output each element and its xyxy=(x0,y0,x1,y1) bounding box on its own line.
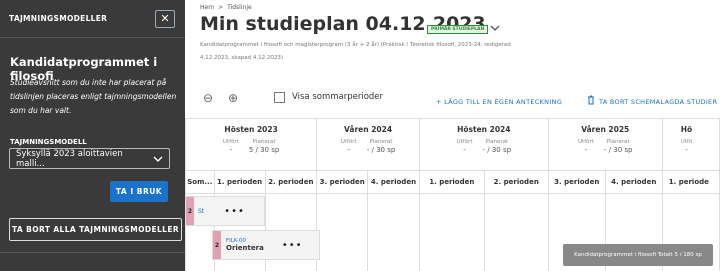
chevron-down-icon xyxy=(153,156,163,162)
semester-name: Våren 2024 xyxy=(344,125,393,134)
chevron-down-icon[interactable] xyxy=(490,25,500,32)
grid-cell xyxy=(367,193,420,271)
add-note-button[interactable]: + LÄGG TILL EN EGEN ANTECKNING xyxy=(436,98,562,106)
summer-periods-checkbox[interactable] xyxy=(274,92,285,103)
semester-header: Våren 2025 Utfört - Planerat - / 30 sp xyxy=(547,118,663,171)
period-header: 1. perioden xyxy=(418,170,485,194)
planned-label: Planerat xyxy=(485,139,509,145)
planned-value: - / 30 sp xyxy=(603,146,633,154)
summer-periods-label: Visa sommarperioder xyxy=(292,92,384,102)
grid-cell xyxy=(483,193,549,271)
period-header: 4. perioden xyxy=(367,170,420,194)
planned-value: - / 30 sp xyxy=(482,146,512,154)
period-header: 4. perioden xyxy=(604,170,663,194)
period-header: 2. perioden xyxy=(483,170,549,194)
close-icon[interactable]: ✕ xyxy=(155,9,175,28)
done-label: Utfört xyxy=(456,139,473,145)
planned-value: - / 30 sp xyxy=(366,146,396,154)
done-label: Utfört xyxy=(222,139,239,145)
timing-model-select[interactable]: Syksyllä 2023 aloittavien malli... xyxy=(9,148,170,169)
done-value: - xyxy=(685,146,688,154)
semester-name: Hö xyxy=(680,125,693,134)
course-card[interactable]: 2 FILK-00 Orientera ••• xyxy=(212,230,320,260)
breadcrumb-current: Tidslinje xyxy=(227,4,252,11)
plan-subtitle: Kandidatprogrammet i filosofi och magist… xyxy=(200,42,511,48)
main-content: Hem > Tidslinje Min studieplan 04.12.2023 … xyxy=(185,0,720,271)
panel-header: TAJMNINGSMODELLER ✕ xyxy=(0,0,185,38)
grid-cell xyxy=(418,193,485,271)
status-badge: PRIMÄR STUDIEPLAN xyxy=(427,25,489,34)
timing-model-value: Syksyllä 2023 aloittavien malli... xyxy=(16,148,123,169)
divider xyxy=(0,252,185,253)
credit-count: 2 xyxy=(213,231,221,259)
credit-count: 2 xyxy=(186,197,194,225)
planned-label: Planerat xyxy=(369,139,393,145)
semester-header: Hö Utfö - xyxy=(661,118,720,171)
semester-name: Hösten 2023 xyxy=(224,125,278,134)
study-module-card[interactable]: 2 St ••• xyxy=(185,196,265,226)
plan-subtitle-dates: 4.12.2023, skapad 4.12.2023) xyxy=(200,55,284,61)
done-label: Utfört xyxy=(578,139,594,145)
done-value: - xyxy=(229,146,233,154)
semester-header: Våren 2024 Utfört - Planerat - / 30 sp xyxy=(316,118,420,171)
planned-label: Planerat xyxy=(606,139,630,145)
done-label: Utfö xyxy=(680,139,693,145)
semester-name: Våren 2025 xyxy=(581,125,630,134)
breadcrumb-separator: > xyxy=(218,4,224,11)
done-value: - xyxy=(463,146,466,154)
period-header: 3. perioden xyxy=(316,170,369,194)
semester-header: Hösten 2023 Utfört - Planerat 5 / 30 sp xyxy=(185,118,318,171)
zoom-out-icon[interactable]: ⊖ xyxy=(203,91,213,105)
period-header: Som... xyxy=(185,170,215,194)
done-value: - xyxy=(584,146,588,154)
planned-value: 5 / 30 sp xyxy=(248,146,280,154)
delete-scheduled-button[interactable]: TA BORT SCHEMALAGDA STUDIER xyxy=(599,98,717,106)
more-options-icon[interactable]: ••• xyxy=(224,206,245,217)
period-header: 1. perioden xyxy=(213,170,266,194)
timing-model-label: TAJMNINGSMODELL xyxy=(10,138,87,146)
semester-header: Hösten 2024 Utfört - Planerat - / 30 sp xyxy=(418,118,549,171)
period-header: 2. perioden xyxy=(264,170,318,194)
semester-name: Hösten 2024 xyxy=(457,125,511,134)
done-value: - xyxy=(347,146,351,154)
planned-label: Planerat xyxy=(252,139,276,145)
apply-button[interactable]: TA I BRUK xyxy=(110,181,168,202)
period-header: 1. periode xyxy=(661,170,720,194)
grid-cell xyxy=(316,193,369,271)
trash-icon xyxy=(588,95,594,105)
more-options-icon[interactable]: ••• xyxy=(282,240,303,251)
total-credits-tooltip: Kandidatprogrammet i filosofi Totalt 5 /… xyxy=(563,244,713,266)
breadcrumb: Hem > Tidslinje xyxy=(200,4,252,11)
breadcrumb-home[interactable]: Hem xyxy=(200,4,214,11)
course-title: Orientera xyxy=(226,244,264,252)
remove-all-models-button[interactable]: TA BORT ALLA TAJMNINGSMODELLER xyxy=(9,218,182,241)
panel-description: Studieavsnitt som du inte har placerat p… xyxy=(10,78,177,115)
zoom-in-icon[interactable]: ⊕ xyxy=(228,91,238,105)
done-label: Utfört xyxy=(340,139,357,145)
timing-models-panel: TAJMNINGSMODELLER ✕ Kandidatprogrammet i… xyxy=(0,0,185,271)
panel-header-title: TAJMNINGSMODELLER xyxy=(9,14,108,23)
period-header: 3. perioden xyxy=(547,170,606,194)
module-code: St xyxy=(198,207,205,215)
